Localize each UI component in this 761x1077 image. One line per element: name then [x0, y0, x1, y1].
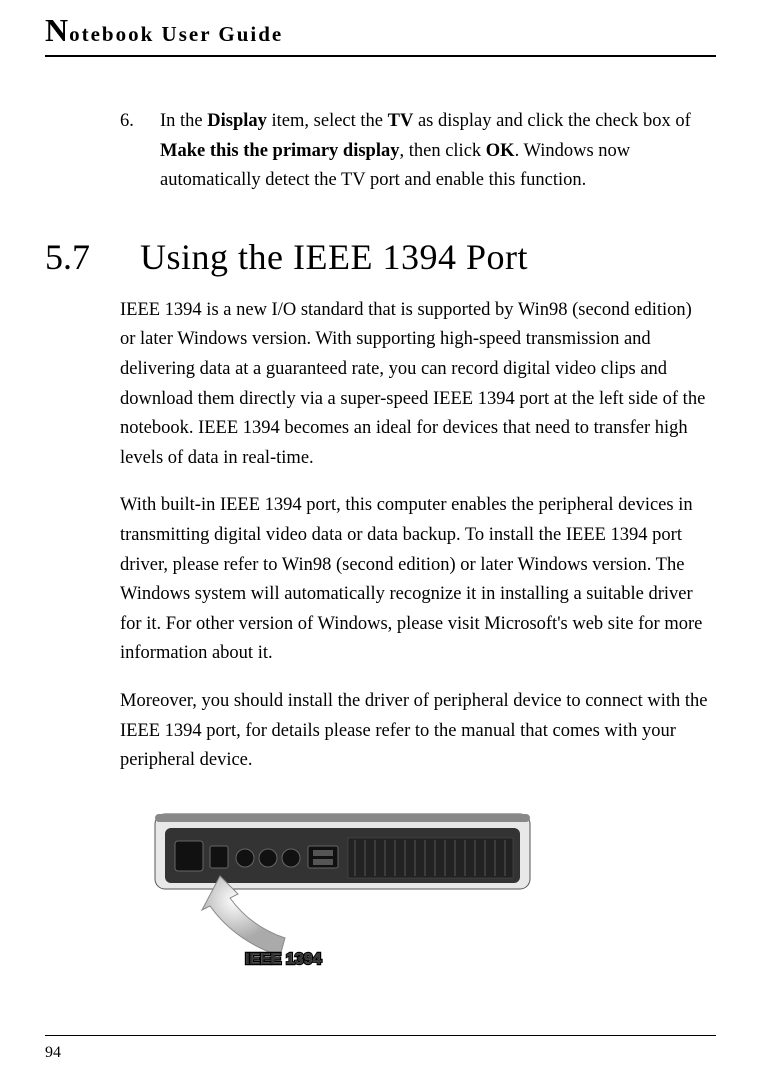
paragraph-2: With built-in IEEE 1394 port, this compu… — [120, 491, 711, 669]
text-fragment: , then click — [399, 141, 485, 161]
bold-primary: Make this the primary display — [160, 141, 399, 161]
svg-text:IEEE 1394: IEEE 1394 — [245, 951, 322, 968]
section-number: 5.7 — [45, 236, 140, 278]
ieee1394-figure: IEEE 1394 IEEE 1394 — [150, 806, 711, 981]
text-fragment: item, select the — [267, 111, 388, 131]
bold-ok: OK — [486, 141, 515, 161]
list-item-6: 6. In the Display item, select the TV as… — [120, 107, 711, 196]
text-fragment: In the — [160, 111, 207, 131]
list-text: In the Display item, select the TV as di… — [160, 107, 711, 196]
list-number: 6. — [120, 107, 160, 196]
section-heading: 5.7 Using the IEEE 1394 Port — [45, 236, 711, 278]
notebook-port-illustration: IEEE 1394 IEEE 1394 — [150, 806, 540, 976]
bold-tv: TV — [388, 111, 414, 131]
bold-display: Display — [207, 111, 267, 131]
page-header: Notebook User Guide — [45, 0, 716, 57]
paragraph-3: Moreover, you should install the driver … — [120, 687, 711, 776]
paragraph-1: IEEE 1394 is a new I/O standard that is … — [120, 296, 711, 474]
page-footer: 94 — [0, 1035, 761, 1062]
text-fragment: as display and click the check box of — [413, 111, 690, 131]
section-title: Using the IEEE 1394 Port — [140, 236, 711, 278]
header-big-letter: N — [45, 12, 69, 48]
header-rest: otebook User Guide — [69, 22, 283, 46]
page-number: 94 — [45, 1044, 61, 1061]
